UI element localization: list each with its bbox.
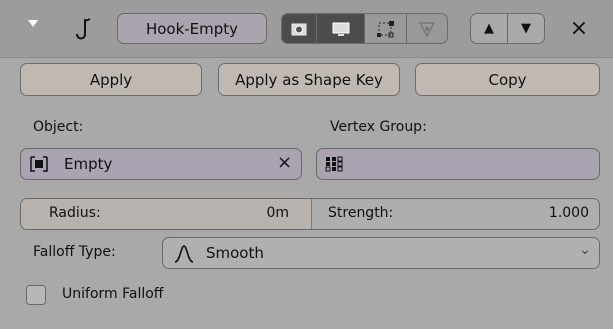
uniform-falloff-label: Uniform Falloff [62, 286, 164, 302]
viewport-toggle-button[interactable] [317, 13, 365, 44]
apply-as-shape-key-label: Apply as Shape Key [235, 70, 383, 89]
copy-label: Copy [488, 70, 527, 89]
vertex-group-field[interactable] [316, 148, 600, 180]
close-icon: × [569, 15, 589, 41]
falloff-type-label: Falloff Type: [33, 244, 116, 260]
render-toggle-button[interactable] [281, 13, 317, 44]
render-icon [291, 23, 307, 35]
uniform-falloff-checkbox[interactable] [26, 285, 46, 305]
strength-value: 1.000 [548, 205, 589, 221]
modifier-name-text: Hook-Empty [145, 19, 239, 38]
move-down-button[interactable]: ▼ [508, 13, 545, 44]
object-field[interactable]: Empty × [20, 148, 302, 180]
radius-field[interactable]: Radius: 0m [21, 199, 311, 229]
modifier-header: Hook-Empty ▲ ▼ × [0, 0, 613, 58]
copy-button[interactable]: Copy [415, 63, 600, 96]
edit-mode-toggle-button[interactable] [365, 13, 407, 44]
modifier-name-field[interactable]: Hook-Empty [117, 13, 267, 44]
falloff-type-value: Smooth [206, 244, 264, 262]
cage-toggle-button[interactable] [407, 13, 448, 44]
dropdown-icon: ⌄ [579, 242, 591, 258]
object-icon [30, 156, 48, 172]
move-up-button[interactable]: ▲ [470, 13, 508, 44]
hook-icon [72, 16, 98, 44]
expand-triangle-icon[interactable] [28, 20, 38, 27]
remove-modifier-button[interactable]: × [565, 14, 593, 42]
apply-button[interactable]: Apply [20, 63, 202, 96]
apply-as-shape-key-button[interactable]: Apply as Shape Key [218, 63, 400, 96]
radius-label: Radius: [49, 205, 101, 221]
strength-field[interactable]: Strength: 1.000 [311, 199, 599, 229]
edit-mode-icon [376, 20, 394, 37]
clear-object-icon[interactable]: × [277, 152, 292, 173]
radius-value: 0m [266, 205, 289, 221]
viewport-icon [332, 22, 349, 36]
object-label: Object: [33, 119, 84, 135]
strength-label: Strength: [328, 205, 394, 221]
vertex-group-label: Vertex Group: [330, 119, 427, 135]
vertex-group-icon [325, 156, 343, 172]
move-down-icon: ▼ [521, 21, 531, 36]
smooth-falloff-icon [173, 244, 195, 264]
apply-label: Apply [89, 70, 133, 89]
radius-strength-row: Radius: 0m Strength: 1.000 [20, 198, 600, 230]
object-value: Empty [64, 155, 113, 173]
move-up-icon: ▲ [484, 21, 494, 36]
falloff-type-dropdown[interactable]: Smooth ⌄ [162, 237, 600, 269]
cage-icon [418, 21, 436, 37]
